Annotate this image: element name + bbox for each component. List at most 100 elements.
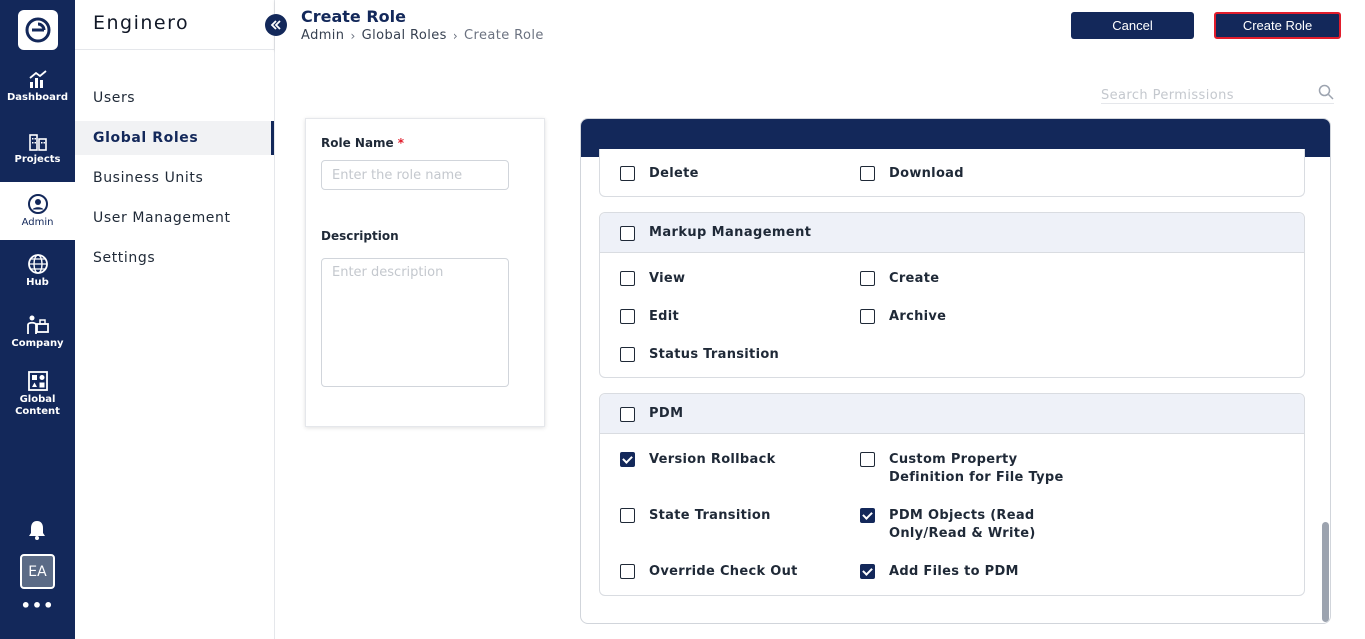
permission-group-markup-management: Markup Management View Create Edit Archi… [599, 212, 1305, 378]
sidebar-item-users[interactable]: Users [75, 81, 274, 115]
rail-item-company[interactable]: Company [0, 303, 75, 361]
breadcrumb-global-roles[interactable]: Global Roles [362, 28, 447, 43]
create-role-button[interactable]: Create Role [1214, 12, 1341, 39]
checkbox[interactable] [620, 347, 635, 362]
page-header: Create Role Admin › Global Roles › Creat… [275, 0, 1365, 50]
rail-item-dashboard[interactable]: Dashboard [0, 58, 75, 116]
checkbox[interactable] [620, 166, 635, 181]
permission-label: Custom Property Definition for File Type [889, 452, 1064, 485]
sidebar-item-settings[interactable]: Settings [75, 241, 274, 275]
logo-icon [25, 17, 51, 43]
rail-item-admin[interactable]: Admin [0, 182, 75, 240]
permission-group-partial: Delete Download [599, 149, 1305, 197]
panel-scrollbar[interactable] [1322, 522, 1329, 622]
sidebar-item-global-roles[interactable]: Global Roles [75, 121, 274, 155]
description-textarea[interactable] [321, 258, 509, 387]
permission-edit[interactable]: Edit [620, 308, 679, 326]
chevron-right-icon: › [350, 28, 356, 43]
role-form-card: Role Name* Description [305, 118, 545, 427]
permission-delete[interactable]: Delete [620, 165, 699, 183]
permission-override-check-out[interactable]: Override Check Out [620, 563, 798, 581]
permission-status-transition[interactable]: Status Transition [620, 346, 779, 364]
breadcrumb-current: Create Role [464, 28, 544, 43]
more-icon[interactable]: ••• [0, 596, 75, 615]
group-header: Markup Management [600, 213, 1304, 253]
rail-item-projects[interactable]: Projects [0, 120, 75, 178]
permission-state-transition[interactable]: State Transition [620, 507, 771, 525]
group-checkbox[interactable] [620, 406, 635, 422]
checkbox[interactable] [620, 271, 635, 286]
sidebar-item-user-management[interactable]: User Management [75, 201, 274, 235]
rail-item-hub[interactable]: Hub [0, 242, 75, 300]
permission-download[interactable]: Download [860, 165, 964, 183]
chevron-right-icon: › [452, 28, 459, 43]
permission-label: View [649, 271, 686, 286]
permission-archive[interactable]: Archive [860, 308, 946, 326]
permission-label: Add Files to PDM [889, 564, 1019, 579]
group-checkbox[interactable] [620, 225, 635, 241]
rail-item-label: Admin [21, 217, 54, 228]
rail-item-global-content[interactable]: Global Content [0, 364, 75, 424]
permission-label: Delete [649, 166, 699, 181]
permission-view[interactable]: View [620, 270, 685, 288]
user-avatar[interactable]: EA [20, 554, 55, 589]
permission-version-rollback[interactable]: Version Rollback [620, 451, 776, 469]
page-title: Create Role [301, 7, 406, 26]
rail-item-label: Hub [26, 277, 49, 288]
checkbox-checked[interactable] [860, 564, 875, 579]
brand-name: Enginero [93, 12, 190, 34]
permission-label: State Transition [649, 508, 771, 523]
rail-item-label: Company [11, 338, 64, 349]
description-label: Description [321, 229, 399, 243]
checkbox[interactable] [860, 452, 875, 467]
checkbox[interactable] [620, 564, 635, 579]
rail-item-label: Projects [14, 154, 61, 165]
checkbox[interactable] [860, 166, 875, 181]
admin-sidebar: Enginero Users Global Roles Business Uni… [75, 0, 275, 639]
search-icon[interactable] [1318, 84, 1334, 100]
user-circle-icon [27, 194, 48, 214]
permission-label: Version Rollback [649, 452, 776, 467]
permissions-panel: Delete Download Markup Management View C… [580, 118, 1331, 624]
group-header: PDM [600, 394, 1304, 434]
sidebar-item-business-units[interactable]: Business Units [75, 161, 274, 195]
permission-pdm-objects[interactable]: PDM Objects (Read Only/Read & Write) [860, 507, 1095, 543]
globe-icon [27, 254, 48, 274]
permission-label: Download [889, 166, 964, 181]
permission-label: Edit [649, 309, 680, 324]
checkbox-checked[interactable] [860, 508, 875, 523]
collapse-sidebar-button[interactable] [265, 14, 287, 36]
group-title: Markup Management [649, 225, 812, 240]
permission-label: Archive [889, 309, 947, 324]
bell-icon [29, 521, 45, 540]
search-permissions-input[interactable] [1101, 88, 1311, 103]
permission-search [1101, 84, 1334, 104]
permission-group-pdm: PDM Version Rollback Custom Property Def… [599, 393, 1305, 596]
checkbox[interactable] [620, 309, 635, 324]
rail-item-label: Dashboard [7, 92, 68, 103]
permission-custom-property-definition[interactable]: Custom Property Definition for File Type [860, 451, 1080, 487]
breadcrumb-admin[interactable]: Admin [301, 28, 344, 43]
grid-content-icon [27, 371, 48, 391]
role-name-label-text: Role Name [321, 136, 394, 150]
permission-label: Override Check Out [649, 564, 798, 579]
role-name-input[interactable] [321, 160, 509, 190]
app-logo[interactable] [18, 10, 58, 50]
company-icon [26, 315, 49, 334]
notification-button[interactable] [26, 519, 48, 541]
checkbox[interactable] [620, 508, 635, 523]
cancel-button[interactable]: Cancel [1071, 12, 1194, 39]
group-title: PDM [649, 406, 684, 421]
rail-item-label: Global Content [15, 394, 60, 417]
main-content: Role Name* Description Delete Download M… [275, 50, 1365, 639]
checkbox-checked[interactable] [620, 452, 635, 467]
permission-add-files-to-pdm[interactable]: Add Files to PDM [860, 563, 1019, 581]
breadcrumb: Admin › Global Roles › Create Role [301, 28, 544, 43]
checkbox[interactable] [860, 271, 875, 286]
permission-label: Status Transition [649, 347, 780, 362]
checkbox[interactable] [860, 309, 875, 324]
buildings-icon [28, 134, 47, 151]
divider [75, 49, 275, 50]
permission-create[interactable]: Create [860, 270, 939, 288]
role-name-label: Role Name * [321, 136, 404, 150]
